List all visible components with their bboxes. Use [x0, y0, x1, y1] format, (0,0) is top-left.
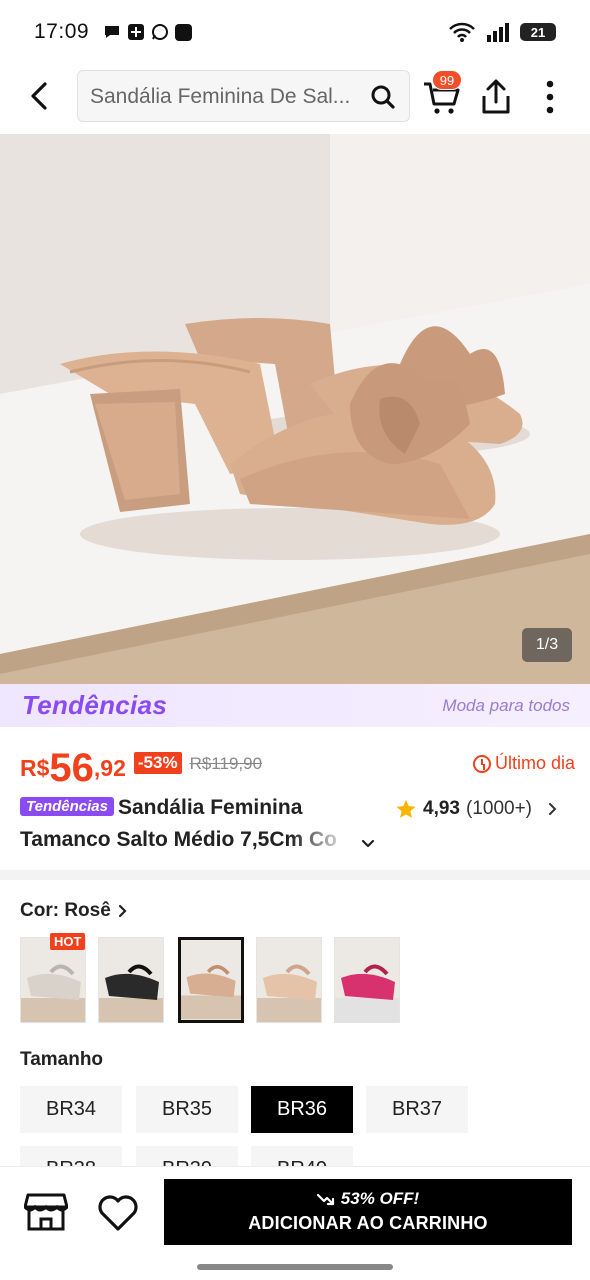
chevron-right-icon: [549, 803, 557, 815]
deadline-label: Último dia: [472, 753, 575, 774]
battery-icon: 21: [520, 23, 556, 41]
price-integer: 56: [49, 746, 94, 790]
add-to-cart-button[interactable]: 53% OFF! ADICIONAR AO CARRINHO: [164, 1179, 572, 1245]
rating-value: 4,93: [423, 798, 460, 819]
rating-summary[interactable]: 4,93 (1000+): [395, 798, 560, 820]
size-label: Tamanho: [20, 1049, 104, 1070]
whatsapp-icon: [152, 24, 169, 40]
status-right: 21: [448, 21, 556, 43]
star-icon: [396, 799, 416, 818]
product-image-gallery[interactable]: 1/3: [0, 134, 590, 684]
swatch-thumbnail: [257, 938, 321, 1022]
trend-chip: Tendências: [20, 797, 114, 816]
size-option[interactable]: BR34: [20, 1086, 122, 1133]
swatch-thumbnail: [335, 938, 399, 1022]
gallery-page-counter: 1/3: [522, 628, 572, 662]
original-price: R$119,90: [189, 754, 263, 773]
color-label-prefix: Cor:: [20, 900, 65, 921]
color-value: Rosê: [64, 900, 111, 921]
share-icon[interactable]: [478, 78, 514, 116]
color-swatch-selected[interactable]: [178, 937, 244, 1023]
store-icon[interactable]: [24, 1191, 68, 1233]
back-arrow-icon[interactable]: [22, 78, 58, 114]
product-title[interactable]: Tendências Sandália Feminina Tamanco Salt…: [20, 796, 370, 860]
wifi-icon: [449, 22, 475, 42]
product-photo: [0, 134, 590, 684]
color-swatch[interactable]: [98, 937, 164, 1023]
price-currency: R$: [20, 755, 50, 781]
promo-line: 53% OFF!: [164, 1189, 572, 1209]
size-option[interactable]: BR37: [366, 1086, 468, 1133]
size-options: BR34 BR35 BR36 BR37 BR38 BR39 BR40: [20, 1086, 580, 1166]
product-title-line2: Tamanco Salto Médio 7,5Cm Co: [20, 828, 337, 851]
status-time: 17:09: [34, 20, 90, 43]
home-indicator[interactable]: [197, 1264, 393, 1270]
swatch-thumbnail: [21, 938, 85, 1022]
size-option[interactable]: BR39: [136, 1146, 238, 1166]
bottom-action-bar: 53% OFF! ADICIONAR AO CARRINHO: [0, 1166, 590, 1256]
size-option-selected[interactable]: BR36: [251, 1086, 353, 1133]
title-text-1: Sandália Feminina: [117, 796, 303, 819]
size-option[interactable]: BR35: [136, 1086, 238, 1133]
trend-down-icon: [316, 1193, 334, 1206]
trend-banner[interactable]: Tendências Moda para todos: [0, 684, 590, 727]
expand-title-chevron-icon[interactable]: [360, 836, 376, 852]
cart-badge: 99: [432, 70, 462, 90]
rating-count: (1000+): [465, 798, 533, 819]
swatch-thumbnail: [181, 940, 241, 1020]
trend-tagline: Moda para todos: [442, 696, 570, 715]
size-option[interactable]: BR40: [251, 1146, 353, 1166]
color-label[interactable]: Cor: Rosê: [20, 900, 129, 922]
notification-icons: [103, 23, 193, 41]
size-option[interactable]: BR38: [20, 1146, 122, 1166]
hot-badge: HOT: [50, 933, 86, 950]
chevron-right-icon: [118, 904, 127, 918]
color-swatch[interactable]: [334, 937, 400, 1023]
news-icon: [128, 24, 145, 40]
color-swatch[interactable]: [256, 937, 322, 1023]
top-nav: Sandália Feminina De Sal... 99: [0, 70, 590, 124]
system-nav-bar: [0, 1256, 590, 1280]
color-swatches: HOT: [20, 933, 580, 1027]
clock-icon: [472, 754, 491, 773]
trend-logo: Tendências: [22, 690, 168, 720]
heart-icon[interactable]: [96, 1191, 140, 1233]
deadline-text: Último dia: [494, 753, 575, 773]
cta-label: ADICIONAR AO CARRINHO: [248, 1213, 488, 1233]
status-bar: 17:09 21: [0, 0, 590, 64]
search-icon[interactable]: [369, 83, 397, 111]
price-decimal: ,92: [93, 755, 126, 781]
promo-text: 53% OFF!: [340, 1189, 420, 1208]
section-divider: [0, 870, 590, 880]
discount-badge: -53%: [133, 752, 182, 774]
search-input[interactable]: Sandália Feminina De Sal...: [77, 70, 410, 122]
search-query: Sandália Feminina De Sal...: [90, 85, 351, 108]
chat-icon: [105, 26, 120, 38]
signal-icon: [487, 23, 509, 42]
swatch-thumbnail: [99, 938, 163, 1022]
more-options-icon[interactable]: [536, 78, 564, 116]
product-title-line1: Tendências Sandália Feminina: [20, 796, 370, 826]
app-icon: [175, 23, 193, 41]
price-row: R$ 56 ,92 -53% R$119,90 Último dia: [20, 740, 575, 788]
